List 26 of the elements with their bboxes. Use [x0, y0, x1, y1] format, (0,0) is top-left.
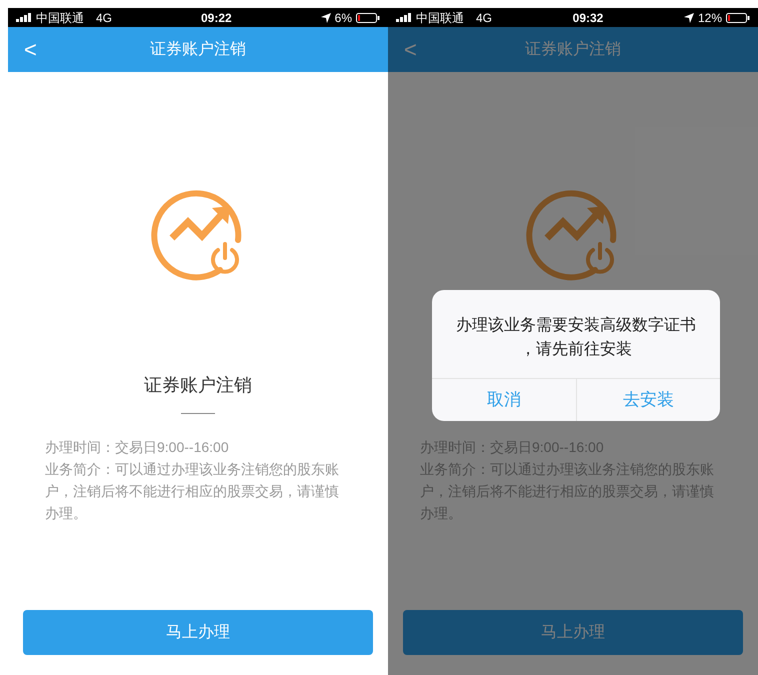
carrier-label: 中国联通 — [36, 10, 84, 26]
status-time: 09:32 — [572, 10, 604, 26]
info-text: 业务简介：可以通过办理该业务注销您的股东账户，注销后将不能进行相应的股票交易，请谨慎办理。 — [45, 460, 340, 523]
dialog-message: 办理该业务需要安装高级数字证书，请先前往安装 — [455, 316, 697, 360]
signal-icon — [396, 13, 412, 22]
info-text: 办理时间：交易日9:00--16:00 — [45, 438, 230, 457]
status-time: 09:22 — [200, 10, 232, 26]
dialog-button[interactable]: 取消 — [432, 379, 576, 421]
back-button[interactable]: < — [400, 38, 421, 60]
back-button[interactable]: < — [20, 38, 41, 60]
primary-button[interactable]: 马上办理 — [403, 610, 743, 655]
battery-icon — [356, 12, 380, 22]
dialog-button[interactable]: 去安装 — [576, 379, 720, 421]
nav-title: 证券账户注销 — [150, 40, 246, 60]
location-arrow-icon — [320, 12, 331, 22]
battery-icon — [726, 12, 750, 22]
network-label: 4G — [476, 10, 492, 26]
service-heading: 证券账户注销 — [144, 374, 252, 397]
signal-icon — [16, 13, 32, 22]
primary-button[interactable]: 马上办理 — [23, 610, 373, 655]
battery-percent: 6% — [334, 10, 352, 26]
battery-percent: 12% — [698, 10, 722, 26]
location-arrow-icon — [684, 12, 694, 22]
nav-title: 证券账户注销 — [525, 40, 621, 60]
carrier-label: 中国联通 — [416, 10, 464, 26]
network-label: 4G — [96, 10, 112, 26]
